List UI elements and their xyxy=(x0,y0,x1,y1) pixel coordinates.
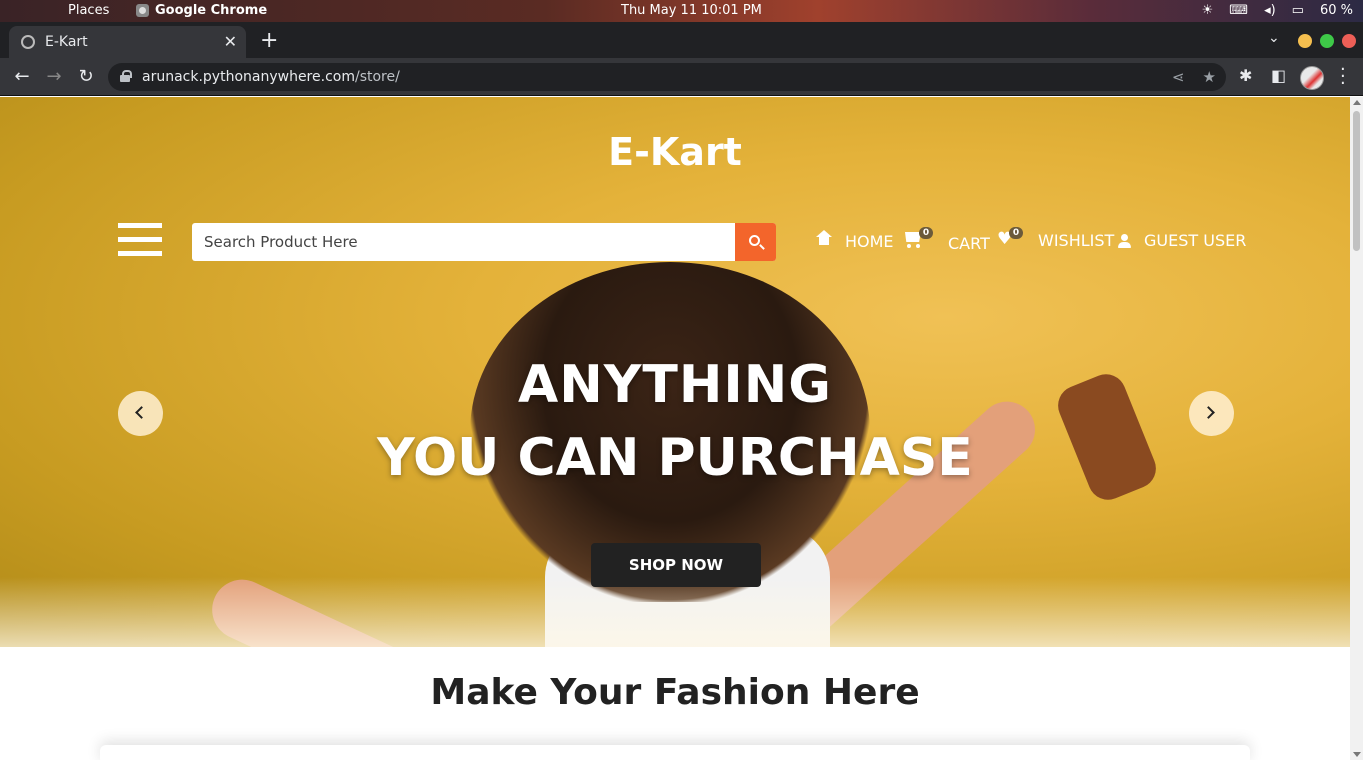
cart-count-badge: 0 xyxy=(919,227,933,239)
tab-ekart[interactable]: E-Kart ✕ xyxy=(9,26,246,58)
nav-cart[interactable]: CART xyxy=(948,234,990,253)
nav-cart-label: CART xyxy=(948,234,990,253)
address-bar[interactable]: arunack.pythonanywhere.com/store/ ⋖ ★ xyxy=(108,63,1226,91)
places-menu[interactable]: Places xyxy=(68,3,109,18)
hero-headline-line1: ANYTHING xyxy=(518,355,832,415)
active-app-menu[interactable]: Google Chrome xyxy=(136,3,267,18)
tab-search-chevron-icon[interactable]: ⌄ xyxy=(1268,30,1280,46)
reload-icon[interactable]: ↻ xyxy=(75,66,97,87)
back-icon[interactable]: ← xyxy=(11,66,33,87)
url-path: /store/ xyxy=(354,69,400,85)
scroll-down-icon[interactable] xyxy=(1353,752,1361,757)
search-icon xyxy=(749,235,760,246)
user-icon xyxy=(1118,233,1131,248)
extensions-icon[interactable]: ✱ xyxy=(1239,66,1252,85)
active-app-label: Google Chrome xyxy=(155,3,268,18)
url-host: arunack.pythonanywhere.com xyxy=(142,69,355,85)
search-button[interactable] xyxy=(735,223,776,261)
hero-headline-line2: YOU CAN PURCHASE xyxy=(377,428,973,488)
nav-wishlist-label: WISHLIST xyxy=(1038,231,1115,250)
site-logo[interactable]: E-Kart xyxy=(0,130,1350,174)
shop-now-button[interactable]: SHOP NOW xyxy=(591,543,761,587)
battery-icon[interactable]: ▭ xyxy=(1292,3,1304,18)
nav-home[interactable]: HOME xyxy=(816,229,894,251)
scrollbar-thumb[interactable] xyxy=(1353,111,1360,251)
tab-title: E-Kart xyxy=(45,34,88,50)
lock-icon[interactable] xyxy=(120,70,132,82)
side-panel-icon[interactable]: ◧ xyxy=(1271,66,1286,85)
chrome-icon xyxy=(136,4,149,17)
keyboard-icon[interactable]: ⌨ xyxy=(1229,3,1248,18)
globe-icon xyxy=(21,35,35,49)
tab-strip: E-Kart ✕ + ⌄ xyxy=(0,22,1363,58)
system-menu-bar: Places Google Chrome Thu May 11 10:01 PM… xyxy=(0,0,1363,22)
scroll-up-icon[interactable] xyxy=(1353,100,1361,105)
new-tab-icon[interactable]: + xyxy=(260,28,278,53)
forward-icon[interactable]: → xyxy=(43,66,65,87)
clock[interactable]: Thu May 11 10:01 PM xyxy=(621,3,762,18)
nav-user-label: GUEST USER xyxy=(1144,231,1247,250)
share-icon[interactable]: ⋖ xyxy=(1172,68,1185,86)
profile-avatar[interactable] xyxy=(1300,66,1324,90)
product-grid-top-edge xyxy=(100,745,1250,760)
brightness-icon[interactable]: ☀ xyxy=(1202,3,1214,18)
page-scrollbar[interactable] xyxy=(1350,97,1363,760)
menu-toggle-icon[interactable] xyxy=(118,223,162,261)
browser-toolbar: ← → ↻ arunack.pythonanywhere.com/store/ … xyxy=(0,58,1363,96)
minimize-button[interactable] xyxy=(1298,34,1312,48)
nav-home-label: HOME xyxy=(845,232,894,251)
window-controls xyxy=(1298,34,1356,48)
hero-fade xyxy=(0,577,1350,647)
section-title: Make Your Fashion Here xyxy=(430,672,920,713)
nav-wishlist[interactable]: WISHLIST xyxy=(1038,231,1114,250)
battery-level: 60 % xyxy=(1319,3,1353,18)
wishlist-count-badge: 0 xyxy=(1009,227,1023,239)
volume-icon[interactable]: ◂) xyxy=(1264,3,1276,18)
close-tab-icon[interactable]: ✕ xyxy=(224,32,237,51)
close-window-button[interactable] xyxy=(1342,34,1356,48)
system-tray: ☀ ⌨ ◂) ▭ 60 % xyxy=(1202,3,1353,18)
nav-user[interactable]: GUEST USER xyxy=(1118,231,1246,250)
search-bar xyxy=(192,223,776,261)
chrome-menu-icon[interactable]: · · · xyxy=(1340,61,1346,93)
maximize-button[interactable] xyxy=(1320,34,1334,48)
home-icon xyxy=(816,229,832,248)
bookmark-star-icon[interactable]: ★ xyxy=(1203,68,1216,86)
search-input[interactable] xyxy=(192,223,735,261)
